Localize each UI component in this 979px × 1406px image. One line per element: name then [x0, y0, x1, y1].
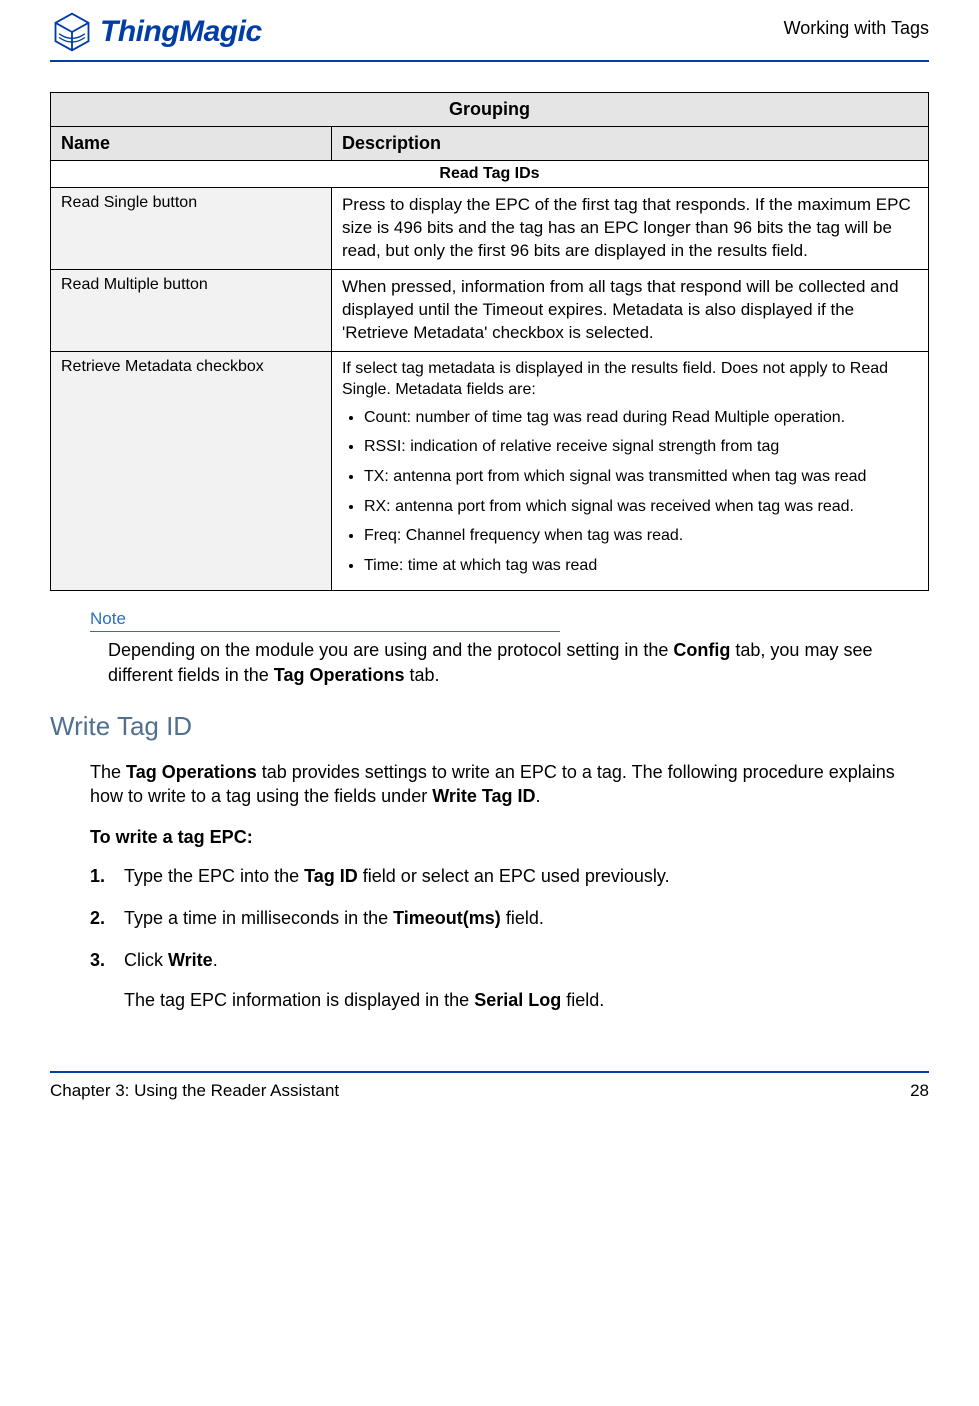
header-section-title: Working with Tags — [784, 10, 929, 39]
page-footer: Chapter 3: Using the Reader Assistant 28 — [50, 1081, 929, 1101]
row-name: Read Single button — [51, 188, 332, 270]
list-item: Time: time at which tag was read — [364, 555, 918, 577]
write-intro: The Tag Operations tab provides settings… — [90, 760, 929, 809]
write-tag-id-heading: Write Tag ID — [50, 711, 929, 742]
row-desc: Press to display the EPC of the first ta… — [331, 188, 928, 270]
thingmagic-cube-icon — [50, 10, 94, 54]
procedure-steps: Type the EPC into the Tag ID field or se… — [90, 864, 929, 973]
step-item: Click Write. — [90, 948, 929, 972]
footer-rule — [50, 1071, 929, 1073]
row-name: Retrieve Metadata checkbox — [51, 351, 332, 591]
procedure-title: To write a tag EPC: — [90, 827, 929, 848]
table-title: Grouping — [51, 93, 929, 127]
footer-page-number: 28 — [910, 1081, 929, 1101]
table-row: Read Single button Press to display the … — [51, 188, 929, 270]
row-desc: When pressed, information from all tags … — [331, 269, 928, 351]
step-item: Type the EPC into the Tag ID field or se… — [90, 864, 929, 888]
step-item: Type a time in milliseconds in the Timeo… — [90, 906, 929, 930]
footer-chapter: Chapter 3: Using the Reader Assistant — [50, 1081, 339, 1101]
list-item: RX: antenna port from which signal was r… — [364, 496, 918, 518]
list-item: TX: antenna port from which signal was t… — [364, 466, 918, 488]
list-item: Freq: Channel frequency when tag was rea… — [364, 525, 918, 547]
table-col-name: Name — [51, 127, 332, 161]
note-block: Note Depending on the module you are usi… — [90, 609, 929, 687]
row-desc: If select tag metadata is displayed in t… — [331, 351, 928, 591]
table-col-description: Description — [331, 127, 928, 161]
metadata-list: Count: number of time tag was read durin… — [342, 407, 918, 577]
table-row: Read Multiple button When pressed, infor… — [51, 269, 929, 351]
row-name: Read Multiple button — [51, 269, 332, 351]
procedure-result: The tag EPC information is displayed in … — [124, 990, 929, 1011]
note-label: Note — [90, 609, 126, 631]
table-row: Retrieve Metadata checkbox If select tag… — [51, 351, 929, 591]
header-rule — [50, 60, 929, 62]
page-header: ThingMagic Working with Tags — [50, 10, 929, 54]
note-text: Depending on the module you are using an… — [108, 638, 929, 687]
metadata-intro: If select tag metadata is displayed in t… — [342, 358, 918, 401]
table-section-title: Read Tag IDs — [51, 161, 929, 188]
brand-logo: ThingMagic — [50, 10, 262, 54]
list-item: RSSI: indication of relative receive sig… — [364, 436, 918, 458]
brand-name: ThingMagic — [100, 15, 262, 49]
grouping-table: Grouping Name Description Read Tag IDs R… — [50, 92, 929, 591]
list-item: Count: number of time tag was read durin… — [364, 407, 918, 429]
